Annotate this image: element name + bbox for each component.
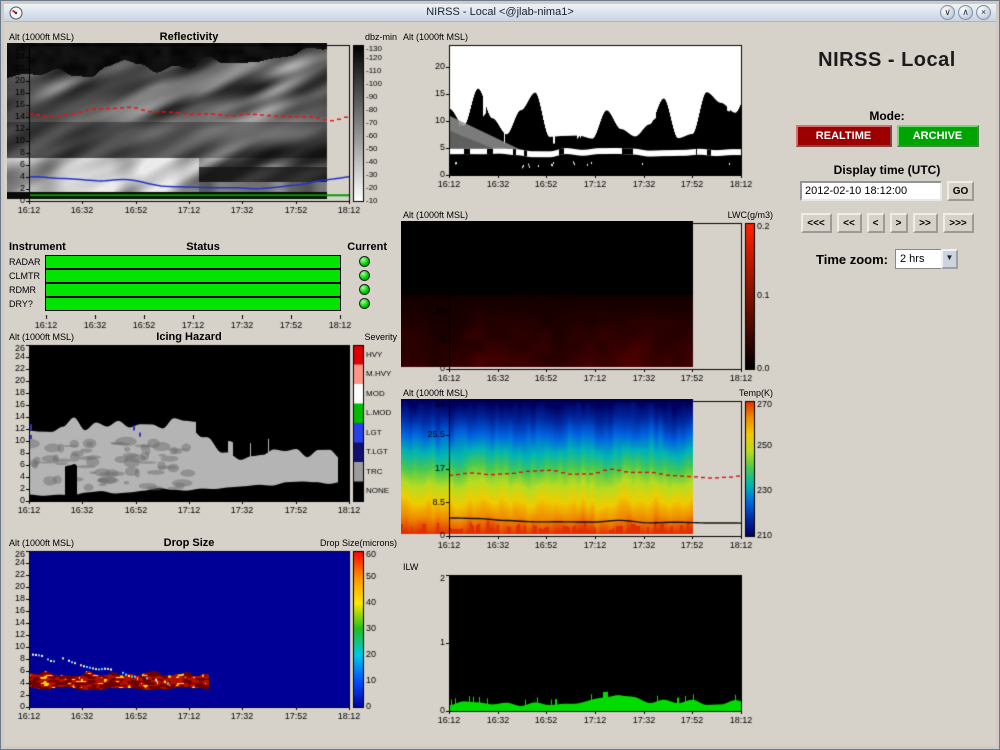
- display-time-input[interactable]: [800, 181, 942, 201]
- status-led-dry: [359, 298, 370, 309]
- step-back-small-button[interactable]: <: [867, 213, 885, 233]
- plot-title: Icing Hazard: [156, 331, 221, 343]
- status-led-clmtr: [359, 270, 370, 281]
- instrument-label-rdmr: RDMR: [9, 285, 36, 295]
- status-bar: [46, 270, 340, 282]
- status-bars-box: [45, 255, 341, 311]
- app-title: NIRSS - Local: [776, 49, 998, 72]
- reflectivity-chart: [7, 43, 399, 217]
- step-back-medium-button[interactable]: <<: [837, 213, 862, 233]
- status-led-rdmr: [359, 284, 370, 295]
- plot-title: Drop Size: [164, 537, 215, 549]
- alt-axis-label: Alt (1000ft MSL): [9, 538, 74, 548]
- display-time-label: Display time (UTC): [776, 163, 998, 177]
- close-button[interactable]: ×: [976, 5, 991, 20]
- time-zoom-label: Time zoom:: [816, 252, 888, 267]
- current-column-header: Current: [347, 241, 387, 253]
- drop-size-panel: Alt (1000ft MSL) Drop Size Drop Size(mic…: [7, 537, 399, 723]
- maximize-button[interactable]: ∧: [958, 5, 973, 20]
- cloud-boundaries-panel: Alt (1000ft MSL): [401, 31, 775, 191]
- step-forward-large-button[interactable]: >>>: [943, 213, 974, 233]
- icing-hazard-chart: [7, 343, 399, 517]
- chevron-down-icon[interactable]: ▼: [941, 249, 958, 269]
- instrument-status-panel: Instrument Status Current RADAR CLMTR RD…: [7, 241, 399, 335]
- titlebar[interactable]: NIRSS - Local <@jlab-nima1> ∨ ∧ ×: [4, 4, 996, 22]
- time-zoom-select[interactable]: 2 hrs ▼: [895, 249, 958, 269]
- colorbar-label: Temp(K): [739, 388, 773, 398]
- step-back-large-button[interactable]: <<<: [801, 213, 832, 233]
- cloud-boundaries-chart: [401, 43, 775, 191]
- instrument-label-clmtr: CLMTR: [9, 271, 40, 281]
- colorbar-label: Severity: [364, 332, 397, 342]
- colorbar-label: LWC(g/m3): [728, 210, 773, 220]
- instrument-label-radar: RADAR: [9, 257, 41, 267]
- alt-axis-label: Alt (1000ft MSL): [403, 388, 468, 398]
- icing-hazard-panel: Alt (1000ft MSL) Icing Hazard Severity: [7, 331, 399, 517]
- instrument-column-header: Instrument: [9, 241, 66, 253]
- app-window: NIRSS - Local <@jlab-nima1> ∨ ∧ × Alt (1…: [0, 0, 1000, 750]
- go-button[interactable]: GO: [947, 181, 974, 201]
- temperature-chart: [401, 399, 775, 552]
- alt-axis-label: Alt (1000ft MSL): [9, 332, 74, 342]
- plot-title: Reflectivity: [160, 31, 219, 43]
- reflectivity-panel: Alt (1000ft MSL) Reflectivity dbz-min: [7, 31, 399, 217]
- archive-button[interactable]: ARCHIVE: [897, 125, 979, 147]
- alt-axis-label: Alt (1000ft MSL): [9, 32, 74, 42]
- step-forward-small-button[interactable]: >: [890, 213, 908, 233]
- control-panel: NIRSS - Local Mode: REALTIME ARCHIVE Dis…: [776, 43, 998, 303]
- plot-title: ILW: [403, 562, 418, 572]
- lwc-chart: [401, 221, 775, 385]
- time-zoom-value: 2 hrs: [895, 249, 941, 269]
- status-bar: [46, 256, 340, 268]
- colorbar-label: dbz-min: [365, 32, 397, 42]
- status-bar: [46, 284, 340, 296]
- alt-axis-label: Alt (1000ft MSL): [403, 32, 468, 42]
- ilw-chart: [401, 573, 775, 727]
- time-step-buttons: <<< << < > >> >>>: [776, 213, 998, 233]
- instrument-label-dry: DRY?: [9, 299, 33, 309]
- colorbar-label: Drop Size(microns): [320, 538, 397, 548]
- status-led-radar: [359, 256, 370, 267]
- step-forward-medium-button[interactable]: >>: [913, 213, 938, 233]
- realtime-button[interactable]: REALTIME: [796, 125, 892, 147]
- drop-size-chart: [7, 549, 399, 723]
- window-title: NIRSS - Local <@jlab-nima1>: [4, 6, 996, 18]
- status-column-header: Status: [186, 241, 220, 253]
- alt-axis-label: Alt (1000ft MSL): [403, 210, 468, 220]
- lwc-panel: Alt (1000ft MSL) LWC(g/m3): [401, 209, 775, 385]
- ilw-panel: ILW: [401, 561, 775, 727]
- temperature-panel: Alt (1000ft MSL) Temp(K): [401, 387, 775, 552]
- minimize-button[interactable]: ∨: [940, 5, 955, 20]
- status-bar: [46, 298, 340, 310]
- mode-label: Mode:: [776, 109, 998, 123]
